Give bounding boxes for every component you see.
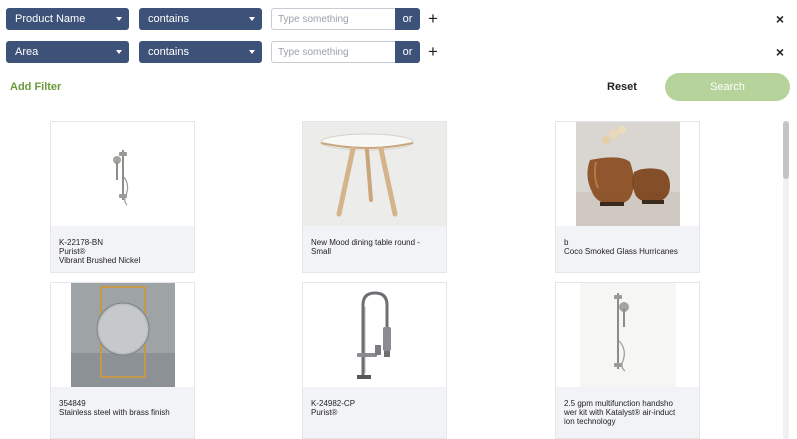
product-line: 2.5 gpm multifunction handsho <box>564 399 673 408</box>
product-image <box>556 283 699 387</box>
product-line: Purist® <box>311 408 338 417</box>
plus-icon[interactable]: + <box>426 41 440 63</box>
handshower-kit-icon <box>580 283 676 387</box>
product-line: New Mood dining table round - <box>311 238 420 247</box>
product-caption: b Coco Smoked Glass Hurricanes <box>556 226 699 272</box>
product-card[interactable]: 354849 Stainless steel with brass finish <box>50 282 195 439</box>
scrollbar-thumb[interactable] <box>783 121 789 179</box>
product-caption: K-22178-BN Purist® Vibrant Brushed Nicke… <box>51 226 194 272</box>
product-caption: 2.5 gpm multifunction handsho wer kit wi… <box>556 387 699 438</box>
filter-field-select[interactable]: Product Name <box>6 8 129 30</box>
filter-value-input[interactable] <box>271 41 396 63</box>
close-icon[interactable]: × <box>773 41 787 63</box>
product-line: Stainless steel with brass finish <box>59 408 170 417</box>
product-line: 354849 <box>59 399 86 408</box>
product-line: b <box>564 238 569 247</box>
filter-value-input[interactable] <box>271 8 396 30</box>
product-card[interactable]: b Coco Smoked Glass Hurricanes <box>555 121 700 273</box>
product-line: Coco Smoked Glass Hurricanes <box>564 247 678 256</box>
filter-row-1: Product Name contains or + × <box>6 8 791 30</box>
product-image <box>51 283 194 387</box>
chevron-down-icon <box>116 17 122 21</box>
product-image <box>303 283 446 387</box>
product-line: Purist® <box>59 247 86 256</box>
product-card[interactable]: 2.5 gpm multifunction handsho wer kit wi… <box>555 282 700 439</box>
filter-operator-select[interactable]: contains <box>139 8 262 30</box>
product-line: ion technology <box>564 417 616 426</box>
filter-field-value: Product Name <box>15 13 86 25</box>
product-line: K-22178-BN <box>59 238 104 247</box>
product-caption: 354849 Stainless steel with brass finish <box>51 387 194 438</box>
product-caption: K-24982-CP Purist® <box>303 387 446 438</box>
chevron-down-icon <box>249 50 255 54</box>
product-caption: New Mood dining table round - Small <box>303 226 446 272</box>
filter-field-select[interactable]: Area <box>6 41 129 63</box>
filter-row-2: Area contains or + × <box>6 41 791 63</box>
product-card[interactable]: K-24982-CP Purist® <box>302 282 447 439</box>
add-filter-link[interactable]: Add Filter <box>10 81 61 93</box>
chevron-down-icon <box>249 17 255 21</box>
product-card[interactable]: New Mood dining table round - Small <box>302 121 447 273</box>
glass-hurricanes-icon <box>576 122 680 226</box>
product-line: Vibrant Brushed Nickel <box>59 256 141 265</box>
or-button[interactable]: or <box>395 8 420 30</box>
product-image <box>303 122 446 226</box>
product-line: wer kit with Katalyst® air-induct <box>564 408 676 417</box>
round-mirror-icon <box>71 283 175 387</box>
handshower-icon <box>113 150 129 206</box>
filter-field-value: Area <box>15 46 39 58</box>
product-grid: K-22178-BN Purist® Vibrant Brushed Nicke… <box>50 121 710 439</box>
product-card[interactable]: K-22178-BN Purist® Vibrant Brushed Nicke… <box>50 121 195 273</box>
search-button[interactable]: Search <box>665 73 790 101</box>
product-line: Small <box>311 247 332 256</box>
filter-operator-value: contains <box>148 46 189 58</box>
product-line: K-24982-CP <box>311 399 356 408</box>
close-icon[interactable]: × <box>773 8 787 30</box>
product-image <box>51 122 194 226</box>
kitchen-faucet-icon <box>357 291 391 379</box>
product-image <box>556 122 699 226</box>
filter-operator-value: contains <box>148 13 189 25</box>
chevron-down-icon <box>116 50 122 54</box>
filter-operator-select[interactable]: contains <box>139 41 262 63</box>
or-button[interactable]: or <box>395 41 420 63</box>
plus-icon[interactable]: + <box>426 8 440 30</box>
reset-button[interactable]: Reset <box>607 81 637 93</box>
vertical-scrollbar[interactable] <box>783 121 789 439</box>
round-table-icon <box>303 122 446 226</box>
